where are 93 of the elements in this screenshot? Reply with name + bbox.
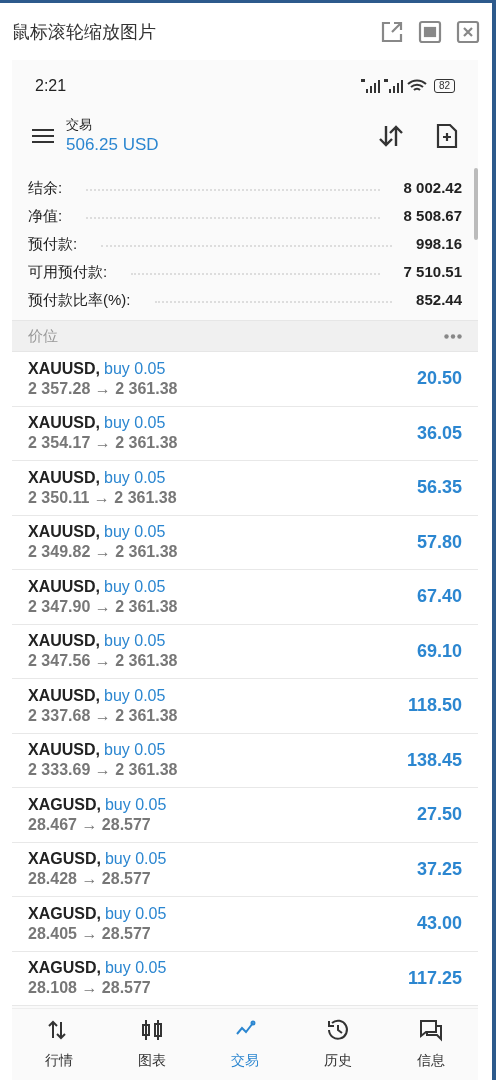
order-text: buy 0.05 [104,794,167,815]
symbol-text: XAGUSD, [28,794,101,815]
signal-icon [383,79,404,93]
balance-text: 506.25 USD [66,134,159,156]
candlestick-icon [139,1018,164,1042]
new-order-icon[interactable] [436,123,458,149]
fit-screen-icon[interactable] [418,19,442,44]
price-text: 28.108 → 28.577 [28,978,152,999]
position-row[interactable]: XAUUSD, buy 0.05 2 337.68 → 2 361.38 118.50 [12,679,478,734]
screen-title: 交易 [66,116,93,134]
order-text: buy 0.05 [104,958,167,979]
position-row[interactable]: XAGUSD, buy 0.05 28.108 → 28.577 117.25 [12,951,478,1006]
profit-text: 27.50 [416,803,462,827]
profit-text: 56.35 [416,476,462,500]
profit-text: 67.40 [416,585,462,609]
summary-value: 7 510.51 [403,261,462,282]
price-text: 2 347.90 → 2 361.38 [28,596,178,617]
close-icon[interactable] [456,19,480,44]
symbol-text: XAGUSD, [28,903,101,924]
symbol-text: XAUUSD, [28,576,100,597]
menu-icon[interactable] [32,128,54,144]
chat-bubbles-icon [419,1018,444,1042]
window-title: 鼠标滚轮缩放图片 [12,20,156,44]
open-external-icon[interactable] [380,19,404,44]
profit-text: 57.80 [416,530,462,554]
price-text: 2 349.82 → 2 361.38 [28,542,178,563]
price-text: 2 350.11 → 2 361.38 [28,487,177,508]
position-row[interactable]: XAGUSD, buy 0.05 28.428 → 28.577 37.25 [12,842,478,897]
summary-value: 852.44 [416,289,462,310]
symbol-text: XAGUSD, [28,849,101,870]
nav-tab[interactable]: 交易 [198,1009,292,1080]
profit-text: 43.00 [416,912,462,936]
symbol-text: XAUUSD, [28,631,100,652]
order-text: buy 0.05 [104,903,167,924]
price-text: 2 337.68 → 2 361.38 [28,705,178,726]
symbol-text: XAUUSD, [28,413,100,434]
summary-label: 预付款比率(%): [28,289,131,310]
order-text: buy 0.05 [104,467,166,488]
nav-tab[interactable]: 图表 [105,1009,199,1080]
position-row[interactable]: XAUUSD, buy 0.05 2 349.82 → 2 361.38 57.80 [12,515,478,570]
summary-value: 998.16 [416,233,462,254]
symbol-text: XAUUSD, [28,467,100,488]
position-row[interactable]: XAUUSD, buy 0.05 2 357.28 → 2 361.38 20.50 [12,352,478,407]
more-icon[interactable] [444,333,462,339]
status-time: 2:21 [35,76,67,96]
price-text: 28.428 → 28.577 [28,869,152,890]
section-title: 价位 [28,325,58,346]
order-text: buy 0.05 [104,522,166,543]
nav-tab[interactable]: 信息 [384,1009,478,1080]
symbol-text: XAUUSD, [28,740,100,761]
order-text: buy 0.05 [104,685,166,706]
battery-indicator: 82 [433,79,455,93]
order-text: buy 0.05 [104,358,166,379]
position-row[interactable]: XAUUSD, buy 0.05 2 333.69 → 2 361.38 138.45 [12,733,478,788]
symbol-text: XAGUSD, [28,958,101,979]
profit-text: 69.10 [416,639,462,663]
sort-icon[interactable] [378,124,404,148]
profit-text: 36.05 [416,421,462,445]
profit-text: 20.50 [416,367,462,391]
price-text: 2 357.28 → 2 361.38 [28,378,178,399]
profit-text: 117.25 [407,966,462,990]
summary-value: 8 002.42 [403,177,462,198]
signal-icon [360,79,381,93]
summary-value: 8 508.67 [403,205,462,226]
price-text: 28.405 → 28.577 [28,923,152,944]
summary-label: 净值: [28,205,63,226]
profit-text: 118.50 [407,694,462,718]
profit-text: 138.45 [406,748,462,772]
position-row[interactable]: XAUUSD, buy 0.05 2 347.56 → 2 361.38 69.10 [12,624,478,679]
symbol-text: XAUUSD, [28,522,100,543]
price-text: 28.467 → 28.577 [28,814,152,835]
price-text: 2 333.69 → 2 361.38 [28,760,178,781]
nav-tab[interactable]: 历史 [291,1009,385,1080]
position-row[interactable]: XAUUSD, buy 0.05 2 350.11 → 2 361.38 56.35 [12,461,478,516]
summary-label: 可用预付款: [28,261,108,282]
symbol-text: XAUUSD, [28,685,100,706]
price-text: 2 354.17 → 2 361.38 [28,433,178,454]
profit-text: 37.25 [416,857,462,881]
order-text: buy 0.05 [104,576,166,597]
position-row[interactable]: XAUUSD, buy 0.05 2 347.90 → 2 361.38 67.40 [12,570,478,625]
price-text: 2 347.56 → 2 361.38 [28,651,178,672]
order-text: buy 0.05 [104,413,166,434]
position-row[interactable]: XAGUSD, buy 0.05 28.405 → 28.577 43.00 [12,897,478,952]
symbol-text: XAUUSD, [28,358,100,379]
history-icon [326,1018,351,1042]
order-text: buy 0.05 [104,631,166,652]
nav-tab[interactable]: 行情 [12,1009,106,1080]
order-text: buy 0.05 [104,740,166,761]
summary-label: 预付款: [28,233,78,254]
order-text: buy 0.05 [104,849,167,870]
position-row[interactable]: XAGUSD, buy 0.05 28.467 → 28.577 27.50 [12,788,478,843]
summary-label: 结余: [28,177,63,198]
position-row[interactable]: XAUUSD, buy 0.05 2 354.17 → 2 361.38 36.05 [12,406,478,461]
